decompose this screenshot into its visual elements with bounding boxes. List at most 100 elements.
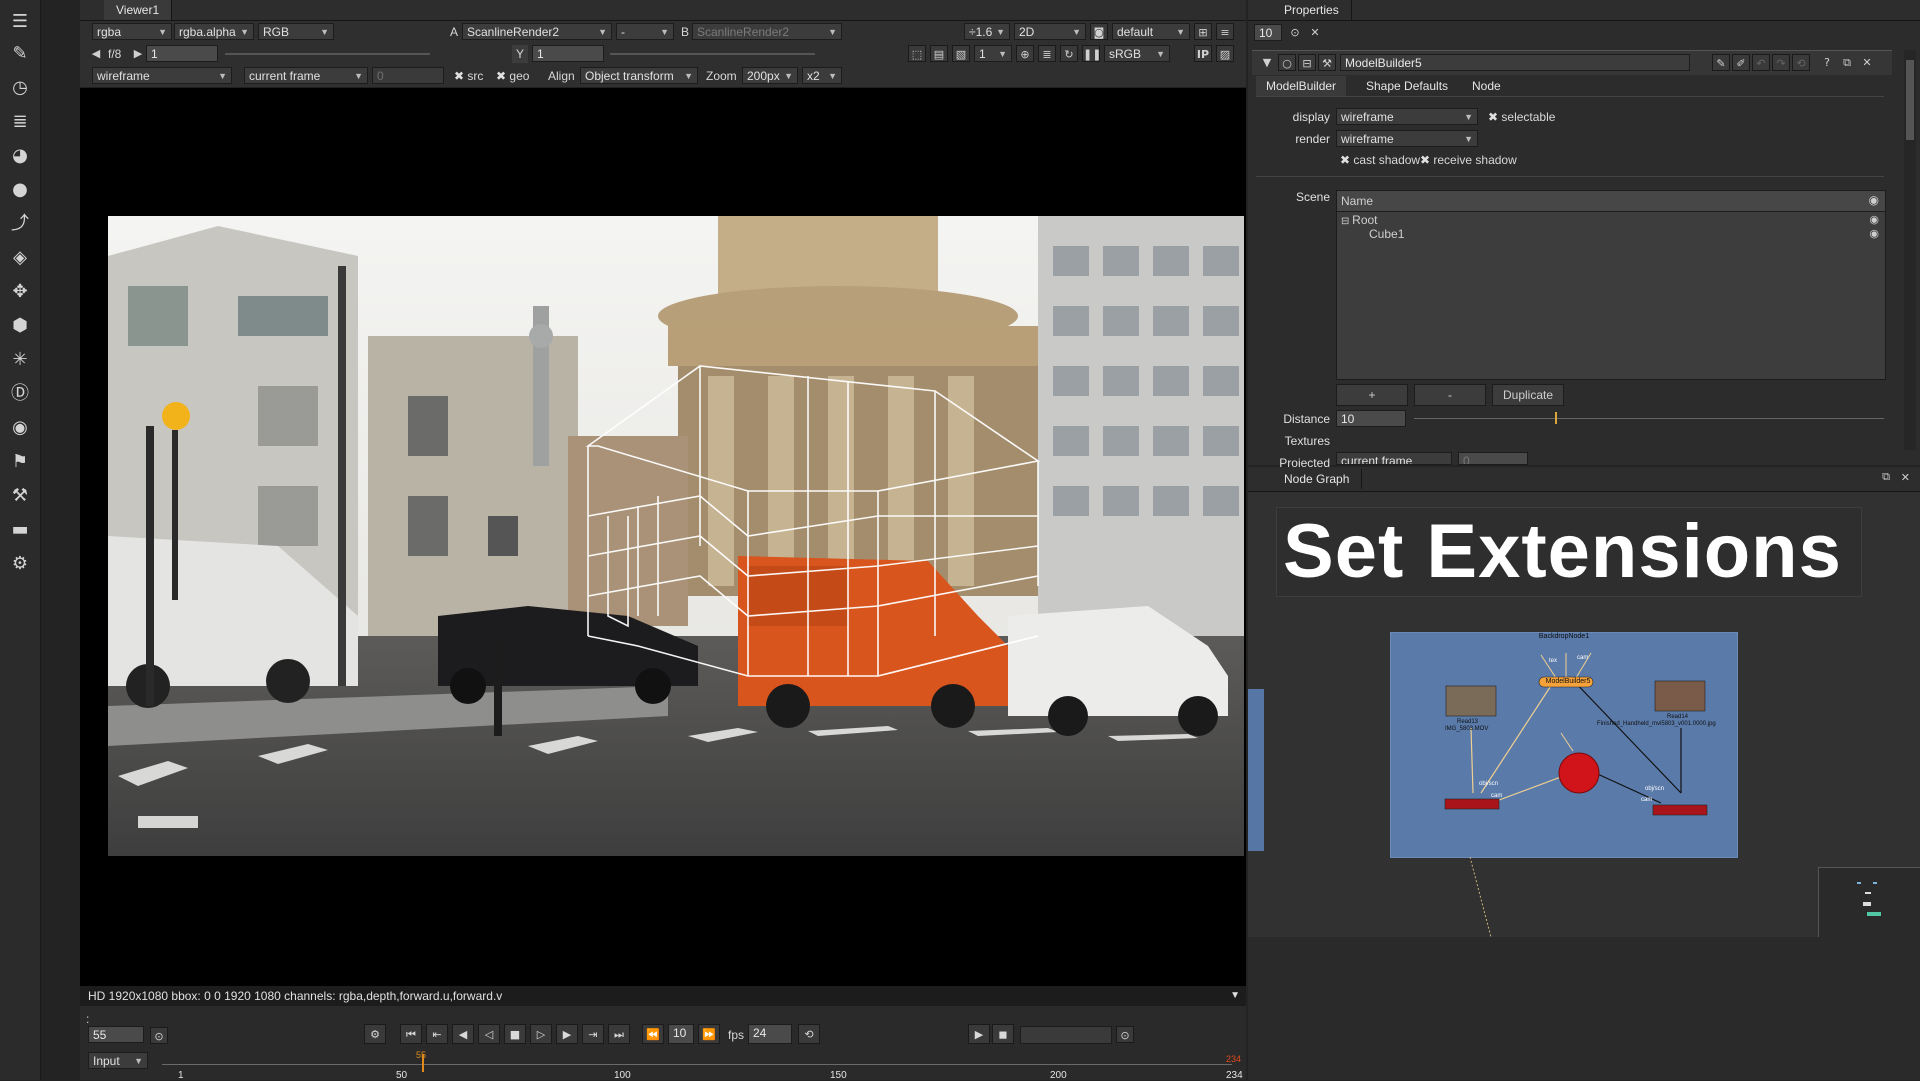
visibility-eye-icon[interactable]: ◉ xyxy=(1869,227,1879,240)
lut-dropdown[interactable]: default ▼ xyxy=(1112,23,1190,40)
color-wheel-icon[interactable]: ◕ xyxy=(8,144,32,168)
edit-icon[interactable]: ✐ xyxy=(1732,54,1750,71)
undo-icon[interactable]: ↶ xyxy=(1752,54,1770,71)
grid-icon[interactable]: ⊞ xyxy=(1194,23,1212,40)
max-panels-input[interactable]: 10 xyxy=(1254,24,1282,41)
close-icon[interactable]: ✕ xyxy=(1858,54,1876,71)
eye-icon[interactable]: ◉ xyxy=(1869,193,1879,207)
redo-icon[interactable]: ↷ xyxy=(1772,54,1790,71)
hamburger-icon[interactable]: ≡ xyxy=(1216,23,1234,40)
alpha-dropdown[interactable]: rgba.alpha ▼ xyxy=(174,23,254,40)
gamma-input[interactable]: 1 xyxy=(532,45,604,62)
lock-icon[interactable]: ⊙ xyxy=(150,1027,168,1044)
collapse-icon[interactable]: ▼ xyxy=(1258,54,1276,71)
read14-node-label[interactable]: Read14 xyxy=(1667,714,1688,720)
distance-input[interactable]: 10 xyxy=(1336,410,1406,427)
cast-shadow-checkbox[interactable]: ✖ cast shadow xyxy=(1340,151,1420,169)
record-icon[interactable]: ◼ xyxy=(992,1024,1014,1044)
circle-icon[interactable]: ● xyxy=(8,178,32,202)
visibility-eye-icon[interactable]: ◉ xyxy=(1869,213,1879,226)
fps-input[interactable]: 24 xyxy=(748,1024,792,1044)
current-frame-input[interactable]: 55 xyxy=(88,1026,144,1043)
d-icon[interactable]: Ⓓ xyxy=(8,382,32,406)
properties-scrollbar[interactable] xyxy=(1904,50,1916,450)
add-button[interactable]: + xyxy=(1336,384,1408,406)
last-frame-icon[interactable]: ⏭ xyxy=(608,1024,630,1044)
collapse-arrow-icon[interactable]: ▼ xyxy=(1230,986,1240,1006)
wipe-mode-dropdown[interactable]: - ▼ xyxy=(616,23,674,40)
close-all-icon[interactable]: ✕ xyxy=(1306,24,1324,41)
proxy-level-dropdown[interactable]: 1 ▼ xyxy=(974,45,1012,62)
close-icon[interactable]: ✕ xyxy=(1901,471,1910,484)
frame-mode-dropdown[interactable]: current frame ▼ xyxy=(244,67,368,84)
skip-forward-icon[interactable]: ⏩ xyxy=(698,1024,720,1044)
scale-dropdown[interactable]: x2 ▼ xyxy=(802,67,842,84)
roi-icon[interactable]: ⬚ xyxy=(908,45,926,62)
prev-frame-icon[interactable]: ◀ xyxy=(452,1024,474,1044)
align-dropdown[interactable]: Object transform ▼ xyxy=(580,67,698,84)
lock-icon[interactable]: ⊙ xyxy=(1116,1026,1134,1043)
stop-icon[interactable]: ■ xyxy=(504,1024,526,1044)
overlay-icon[interactable]: ▧ xyxy=(952,45,970,62)
tab-node[interactable]: Node xyxy=(1462,76,1511,96)
menu-icon[interactable]: ☰ xyxy=(8,10,32,34)
geo-checkbox[interactable]: ✖ geo xyxy=(496,67,529,85)
flipbook-icon[interactable]: ▶ xyxy=(968,1024,990,1044)
frame-value-input[interactable]: 0 xyxy=(372,67,444,84)
viewport[interactable] xyxy=(80,88,1246,986)
hatch-icon[interactable]: ▨ xyxy=(1216,45,1234,62)
first-frame-icon[interactable]: ⏮ xyxy=(400,1024,422,1044)
circle-icon[interactable]: ○ xyxy=(1278,54,1296,71)
prev-keyframe-icon[interactable]: ⇤ xyxy=(426,1024,448,1044)
name-column-header[interactable]: Name xyxy=(1341,194,1373,208)
node-graph-minimap[interactable] xyxy=(1818,867,1920,939)
tag-icon[interactable]: ⚑ xyxy=(8,450,32,474)
clock-icon[interactable]: ◷ xyxy=(8,76,32,100)
next-keyframe-icon[interactable]: ⇥ xyxy=(582,1024,604,1044)
cube-icon[interactable]: ⬢ xyxy=(8,314,32,338)
tab-node-graph[interactable]: Node Graph xyxy=(1272,469,1363,489)
display-channels-dropdown[interactable]: RGB ▼ xyxy=(258,23,334,40)
remove-button[interactable]: - xyxy=(1414,384,1486,406)
wrench-icon[interactable]: ⚒ xyxy=(1318,54,1336,71)
modelbuilder-node-label[interactable]: ModelBuilder5 xyxy=(1541,677,1595,687)
stack-icon[interactable]: ◈ xyxy=(8,246,32,270)
projected-frame-input[interactable]: 0 xyxy=(1458,452,1528,465)
gamma-slider[interactable] xyxy=(610,53,815,55)
colorspace-dropdown[interactable]: sRGB ▼ xyxy=(1104,45,1170,62)
sparkle-icon[interactable]: ✳ xyxy=(8,348,32,372)
float-icon[interactable]: ⧉ xyxy=(1838,54,1856,71)
curve-tool-icon[interactable]: ⤴ xyxy=(8,212,32,236)
tab-shape-defaults[interactable]: Shape Defaults xyxy=(1356,76,1458,96)
distance-slider-handle[interactable] xyxy=(1555,412,1557,424)
receive-shadow-checkbox[interactable]: ✖ receive shadow xyxy=(1420,151,1517,169)
folder-icon[interactable]: ▬ xyxy=(8,518,32,542)
viewer-image[interactable] xyxy=(108,216,1244,856)
list-icon[interactable]: ≣ xyxy=(1038,45,1056,62)
increment-input[interactable]: 10 xyxy=(668,1024,694,1044)
tree-item-cube1[interactable]: Cube1 xyxy=(1369,227,1404,241)
proxy-icon[interactable]: ▤ xyxy=(930,45,948,62)
display-dropdown[interactable]: wireframe ▼ xyxy=(1336,108,1478,125)
b-input-dropdown[interactable]: ScanlineRender2 ▼ xyxy=(692,23,842,40)
duplicate-button[interactable]: Duplicate xyxy=(1492,384,1564,406)
gain-input[interactable]: 1 xyxy=(146,45,218,62)
view-mode-dropdown[interactable]: 2D ▼ xyxy=(1014,23,1086,40)
input-mode-dropdown[interactable]: Input ▼ xyxy=(88,1052,148,1069)
fstop-left-arrow-icon[interactable]: ◀ xyxy=(90,45,102,62)
read13-node-label[interactable]: Read13 xyxy=(1457,719,1478,725)
tab-modelbuilder[interactable]: ModelBuilder xyxy=(1256,76,1347,96)
float-icon[interactable]: ⧉ xyxy=(1882,471,1890,484)
scrollbar-thumb[interactable] xyxy=(1906,60,1914,140)
ip-button[interactable]: IP xyxy=(1194,45,1212,62)
gain-slider[interactable] xyxy=(225,53,430,55)
fstop-right-arrow-icon[interactable]: ▶ xyxy=(132,45,144,62)
pause-icon[interactable]: ❚❚ xyxy=(1082,45,1101,62)
scene-tree[interactable]: Name ◉ ⊟ Root ◉ Cube1 ◉ xyxy=(1336,190,1886,380)
loop-icon[interactable]: ⟲ xyxy=(798,1024,820,1044)
lock-icon[interactable]: ⊙ xyxy=(1286,24,1304,41)
edit-icon[interactable]: ✎ xyxy=(1712,54,1730,71)
move-arrows-icon[interactable]: ✥ xyxy=(8,280,32,304)
selectable-checkbox[interactable]: ✖ selectable xyxy=(1488,108,1555,126)
projected-dropdown[interactable]: current frame xyxy=(1336,452,1452,465)
